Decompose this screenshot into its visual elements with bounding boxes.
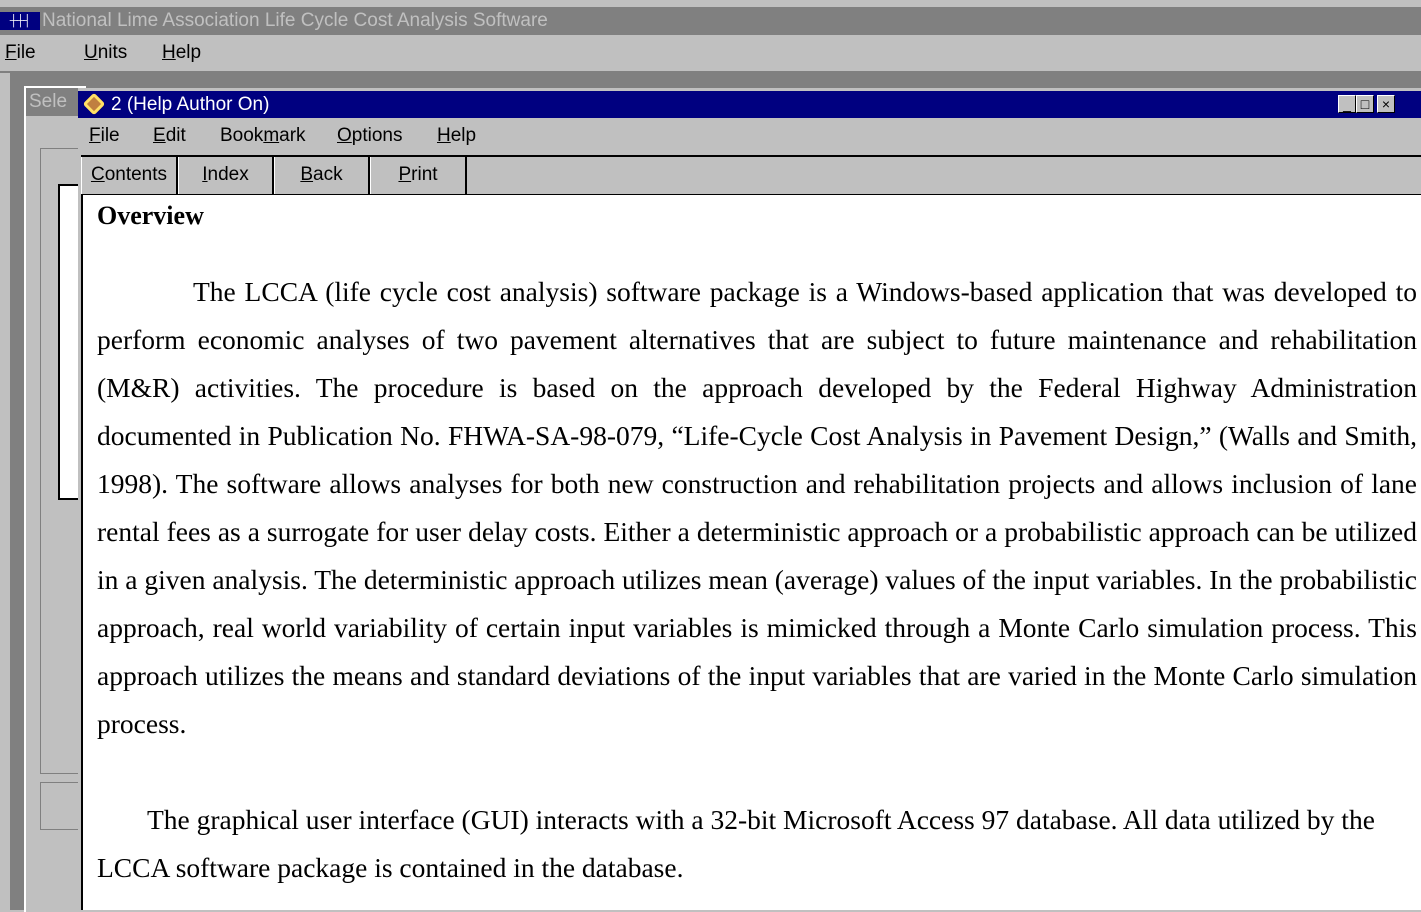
help-topic-content[interactable]: Overview The LCCA (life cycle cost analy…	[81, 195, 1421, 910]
close-button[interactable]: ×	[1377, 95, 1395, 113]
print-button[interactable]: Print	[370, 157, 467, 194]
app-menu-help[interactable]: Help	[162, 35, 201, 71]
help-menu-help[interactable]: Help	[437, 118, 476, 154]
app-menu-file[interactable]: File	[5, 35, 36, 71]
app-title: National Lime Association Life Cycle Cos…	[42, 10, 548, 31]
help-menu-edit[interactable]: Edit	[153, 118, 186, 154]
maximize-button[interactable]: □	[1356, 95, 1374, 113]
topic-paragraph-gui: The graphical user interface (GUI) inter…	[97, 804, 1375, 883]
app-titlebar[interactable]: ┼┼┤ National Lime Association Life Cycle…	[0, 7, 1421, 35]
contents-button[interactable]: Contents	[81, 157, 178, 194]
index-button[interactable]: Index	[178, 157, 274, 194]
background-listbox[interactable]	[58, 184, 80, 500]
help-menu-file[interactable]: File	[89, 118, 120, 154]
app-menu-units[interactable]: Units	[84, 35, 127, 71]
help-window: 2 (Help Author On) _ □ × File Edit Bookm…	[78, 88, 1421, 910]
help-window-title: 2 (Help Author On)	[111, 94, 270, 115]
app-grid-icon: ┼┼┤	[0, 12, 40, 30]
back-button[interactable]: Back	[274, 157, 370, 194]
background-window[interactable]: Sele	[24, 86, 87, 912]
help-book-icon	[82, 92, 106, 116]
help-toolbar: Contents Index Back Print	[81, 155, 1421, 195]
help-menu-bookmark[interactable]: Bookmark	[220, 118, 306, 154]
help-menu-options[interactable]: Options	[337, 118, 402, 154]
topic-heading: Overview	[97, 201, 204, 230]
help-menubar: File Edit Bookmark Options Help	[78, 118, 1421, 154]
background-window-title[interactable]: Sele	[26, 88, 86, 116]
topic-paragraph-overview: The LCCA (life cycle cost analysis) soft…	[97, 276, 1417, 739]
minimize-button[interactable]: _	[1338, 95, 1356, 113]
help-titlebar[interactable]: 2 (Help Author On) _ □ ×	[78, 91, 1421, 118]
app-menubar: File Units Help	[0, 35, 1421, 71]
